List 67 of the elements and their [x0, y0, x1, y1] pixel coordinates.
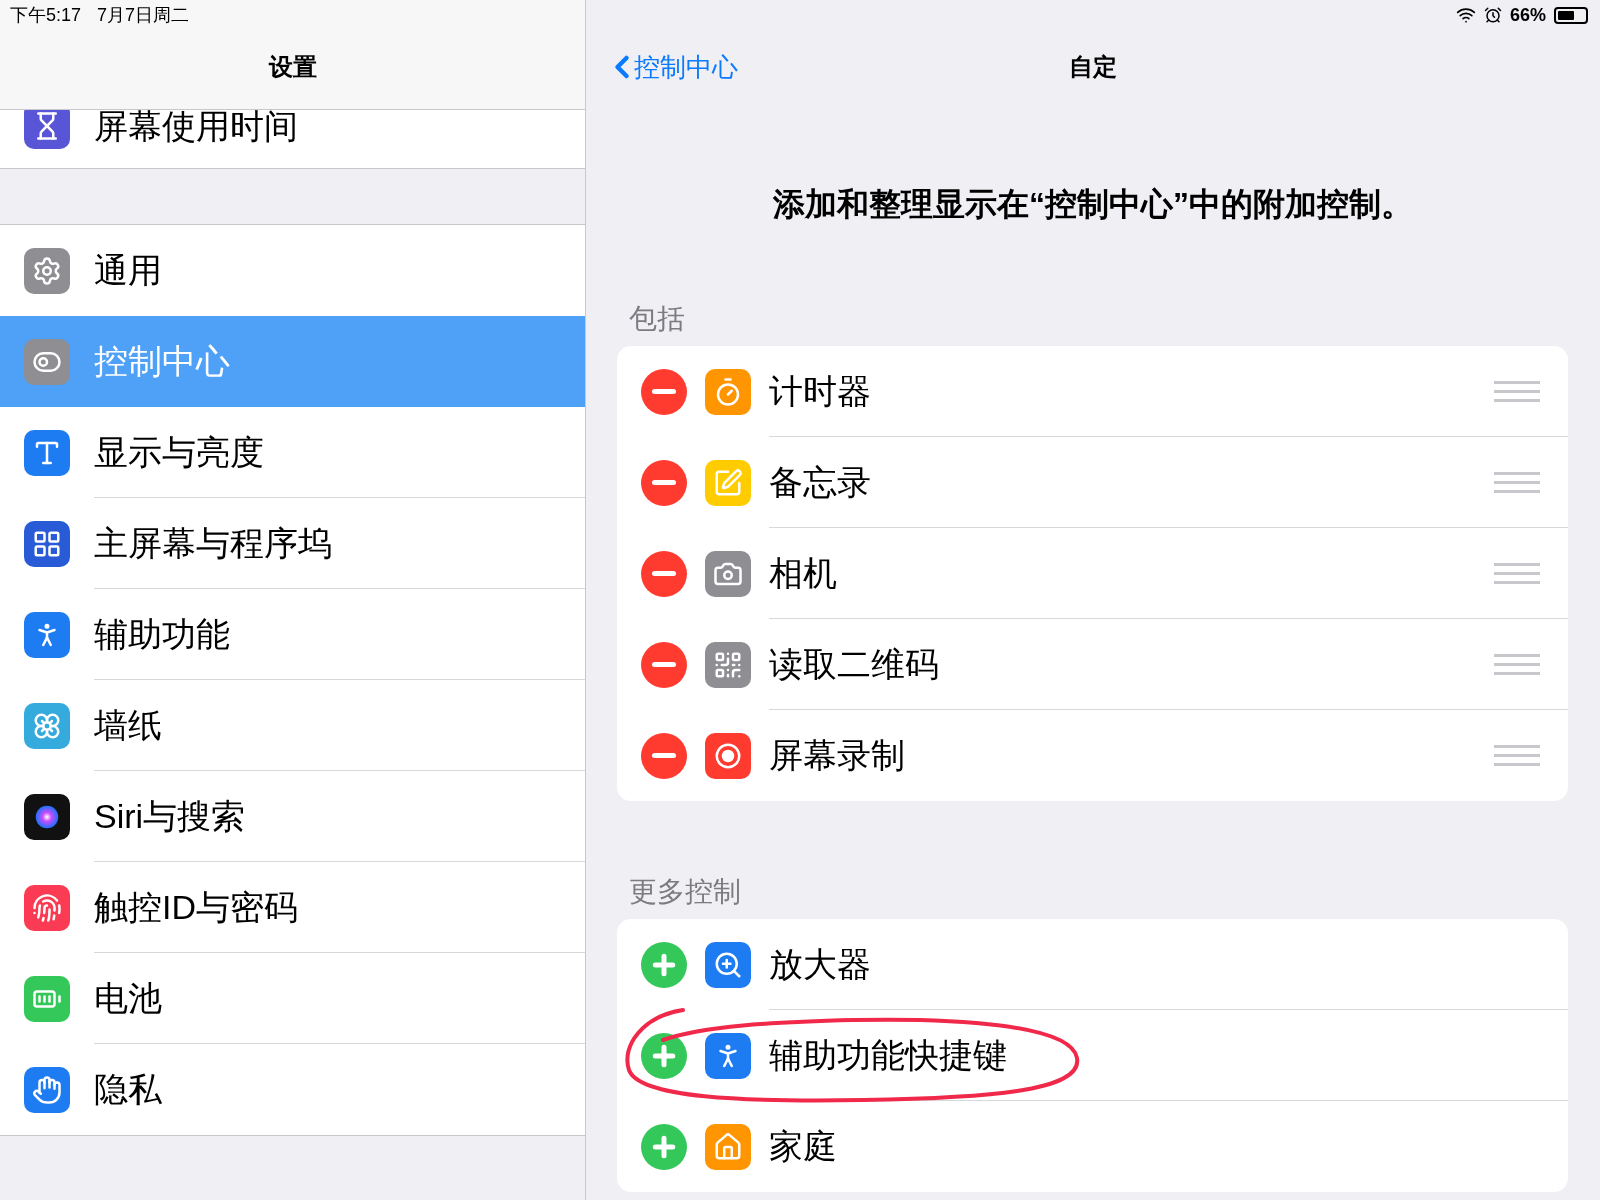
- magnifier-icon: [705, 941, 751, 988]
- settings-label: 隐私: [94, 1069, 162, 1110]
- app-grid-icon: [24, 520, 70, 567]
- control-label: 备忘录: [769, 461, 872, 503]
- section-header: 包括: [629, 302, 685, 336]
- control-label: 读取二维码: [769, 643, 940, 685]
- minus-icon: [652, 571, 676, 576]
- settings-label: 控制中心: [94, 341, 230, 382]
- settings-label: 触控ID与密码: [94, 886, 298, 928]
- drag-handle-icon[interactable]: [1494, 562, 1540, 584]
- battery-icon: [1554, 6, 1588, 24]
- control-label: 屏幕录制: [769, 735, 906, 776]
- minus-icon: [652, 480, 676, 485]
- status-time: 下午5:17: [10, 3, 82, 27]
- settings-label: 显示与亮度: [94, 431, 264, 473]
- control-label: 家庭: [769, 1126, 838, 1167]
- settings-label: 主屏幕与程序坞: [94, 522, 332, 564]
- settings-label: Siri与搜索: [94, 795, 246, 837]
- settings-label: 辅助功能: [94, 613, 230, 655]
- gear-icon: [24, 247, 70, 294]
- battery-icon: [24, 975, 70, 1022]
- wifi-icon: [1455, 5, 1476, 25]
- accessibility-icon: [24, 611, 70, 658]
- flower-icon: [24, 702, 70, 749]
- house-icon: [705, 1123, 751, 1170]
- qr-code-icon: [705, 641, 751, 688]
- section-header: 更多控制: [629, 875, 741, 909]
- accessibility-icon: [705, 1032, 751, 1079]
- description-text: 添加和整理显示在“控制中心”中的附加控制。: [773, 185, 1413, 224]
- remove-button[interactable]: [641, 641, 687, 688]
- control-label: 辅助功能快捷键: [769, 1034, 1008, 1076]
- control-label: 相机: [769, 552, 838, 594]
- remove-button[interactable]: [641, 732, 687, 779]
- add-button[interactable]: [641, 1032, 687, 1079]
- timer-icon: [705, 368, 751, 415]
- hand-icon: [24, 1066, 70, 1113]
- settings-label: 电池: [94, 977, 162, 1019]
- settings-label: 屏幕使用时间: [94, 110, 298, 147]
- minus-icon: [652, 389, 676, 394]
- minus-icon: [652, 753, 676, 758]
- drag-handle-icon[interactable]: [1494, 471, 1540, 493]
- status-date: 7月7日周二: [97, 3, 190, 27]
- page-title: 自定: [1069, 52, 1117, 82]
- orb-icon: [24, 793, 70, 840]
- control-label: 放大器: [769, 943, 872, 985]
- add-button[interactable]: [641, 941, 687, 988]
- control-label: 计时器: [769, 370, 872, 412]
- record-icon: [705, 732, 751, 779]
- settings-label: 通用: [94, 250, 162, 291]
- note-icon: [705, 459, 751, 506]
- remove-button[interactable]: [641, 368, 687, 415]
- add-button[interactable]: [641, 1123, 687, 1170]
- fingerprint-icon: [24, 884, 70, 931]
- remove-button[interactable]: [641, 459, 687, 506]
- camera-icon: [705, 550, 751, 597]
- battery-percent: 66%: [1509, 3, 1546, 27]
- drag-handle-icon[interactable]: [1494, 653, 1540, 675]
- toggle-icon: [24, 338, 70, 385]
- remove-button[interactable]: [641, 550, 687, 597]
- text-size-icon: [24, 429, 70, 476]
- alarm-icon: [1483, 6, 1502, 24]
- drag-handle-icon[interactable]: [1494, 380, 1540, 402]
- drag-handle-icon[interactable]: [1494, 745, 1540, 766]
- back-button[interactable]: 控制中心: [604, 47, 738, 87]
- minus-icon: [652, 662, 676, 667]
- settings-label: 墙纸: [94, 704, 162, 746]
- sidebar-title: 设置: [268, 51, 317, 82]
